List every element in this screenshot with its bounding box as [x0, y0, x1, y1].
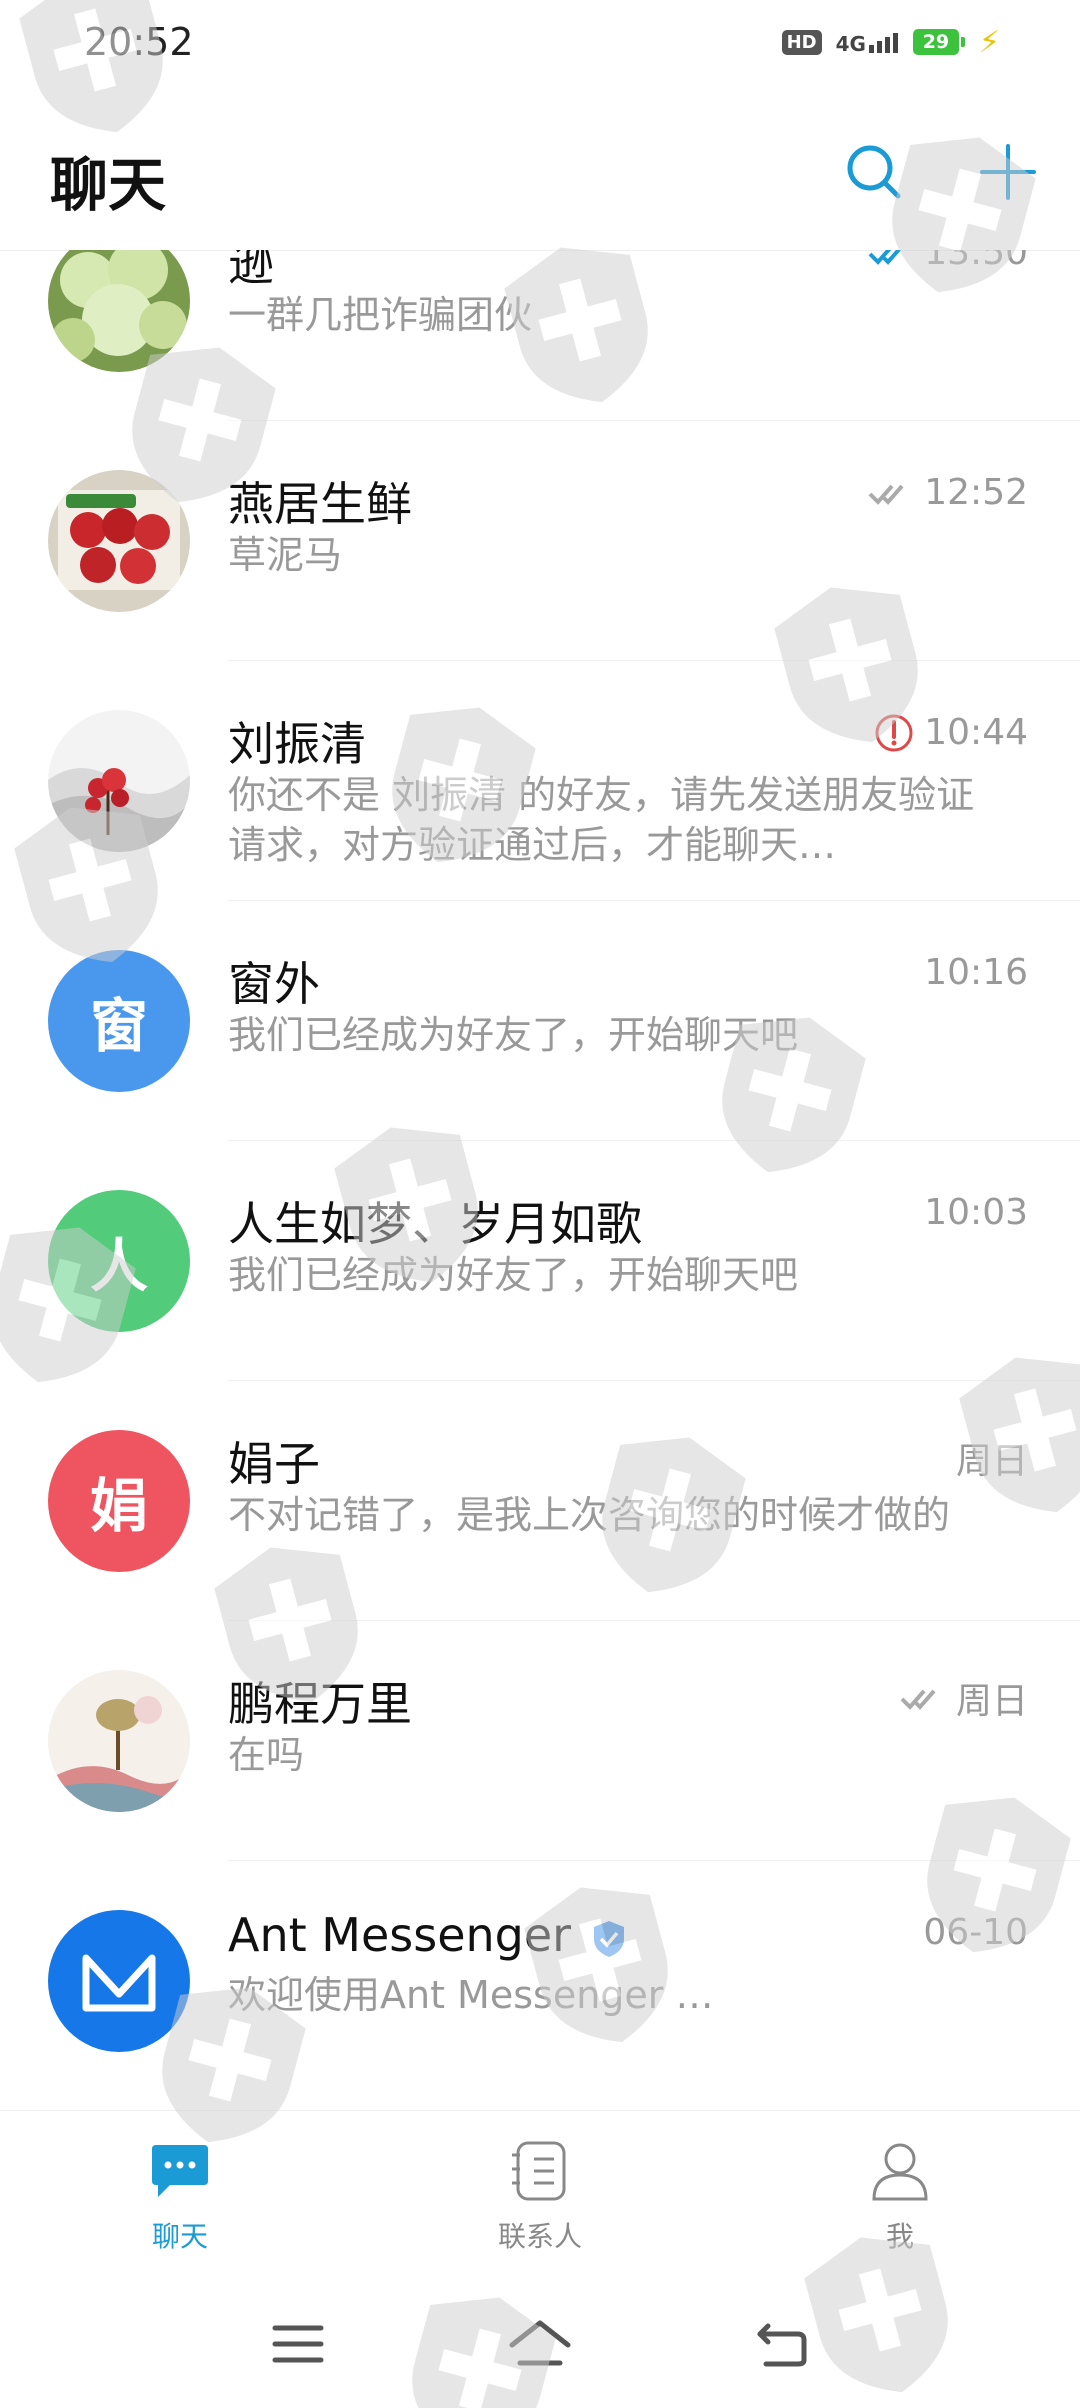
menu-button[interactable] [258, 2314, 338, 2374]
chat-row[interactable]: 刘振清 你还不是 刘振清 的好友，请先发送朋友验证请求，对方验证通过后，才能聊天… [0, 660, 1080, 900]
chat-name: 娟子 [228, 1437, 320, 1491]
chat-time: 周日 [955, 1681, 1028, 1722]
chat-time: 10:44 [924, 712, 1028, 753]
chat-time: 13:50 [924, 250, 1028, 273]
menu-icon [272, 2325, 324, 2363]
avatar [48, 1670, 190, 1812]
chat-name: 刘振清 [228, 717, 366, 771]
chat-name: Ant Messenger [228, 1908, 627, 1962]
chat-time: 12:52 [924, 472, 1028, 513]
avatar: 窗 [48, 950, 190, 1092]
system-nav-bar [0, 2280, 1080, 2408]
chat-name: 逊 [228, 250, 274, 291]
battery-icon: 29 [912, 29, 965, 55]
chat-time: 10:03 [924, 1192, 1028, 1233]
status-bar: 20:52 HD 4G 29 ⚡ [0, 0, 1080, 90]
tab-contacts[interactable]: 联系人 [440, 2135, 640, 2255]
tab-contacts-label: 联系人 [497, 2220, 582, 2253]
chat-time: 06-10 [923, 1912, 1028, 1953]
chat-name: 燕居生鲜 [228, 477, 412, 531]
tab-chats-label: 聊天 [151, 2220, 208, 2253]
chat-preview: 你还不是 刘振清 的好友，请先发送朋友验证请求，对方验证通过后，才能聊天… [228, 773, 975, 867]
chat-meta: 周日 [956, 1432, 1028, 1484]
chat-row[interactable]: 娟 娟子 不对记错了，是我上次咨询您的时候才做的 周日 [0, 1380, 1080, 1620]
chat-meta: 10:44 [874, 712, 1028, 753]
avatar [48, 710, 190, 852]
signal-icon: 4G [835, 31, 899, 56]
delivered-check-icon [868, 484, 904, 505]
bottom-nav: 聊天 联系人 我 [0, 2110, 1080, 2281]
ant-messenger-logo-icon [82, 1954, 156, 2012]
chat-row[interactable]: 窗 窗外 我们已经成为好友了，开始聊天吧 10:16 [0, 900, 1080, 1140]
chat-preview: 草泥马 [228, 533, 343, 577]
search-icon [847, 145, 901, 199]
chat-meta: 06-10 [923, 1912, 1028, 1953]
home-icon [509, 2320, 571, 2366]
tab-me-label: 我 [885, 2220, 914, 2253]
search-button[interactable] [834, 132, 914, 212]
chat-meta: 周日 [900, 1672, 1028, 1724]
avatar [48, 470, 190, 612]
chat-time: 10:16 [924, 952, 1028, 993]
chat-preview: 在吗 [228, 1733, 305, 1777]
error-icon [875, 714, 913, 751]
chat-meta: 13:50 [868, 250, 1028, 273]
chat-bubble-icon [144, 2135, 216, 2207]
chat-preview: 我们已经成为好友了，开始聊天吧 [228, 1013, 799, 1057]
chat-meta: 10:16 [924, 952, 1028, 993]
bolt-icon: ⚡ [978, 24, 1000, 60]
avatar [48, 1910, 190, 2052]
chat-preview: 不对记错了，是我上次咨询您的时候才做的 [228, 1493, 951, 1537]
chat-preview: 我们已经成为好友了，开始聊天吧 [228, 1253, 799, 1297]
avatar: 娟 [48, 1430, 190, 1572]
chat-meta: 10:03 [924, 1192, 1028, 1233]
delivered-check-icon [900, 1689, 936, 1710]
chat-row[interactable]: 人 人生如梦、岁月如歌 我们已经成为好友了，开始聊天吧 10:03 [0, 1140, 1080, 1380]
chat-list[interactable]: 逊 一群几把诈骗团伙 13:50 燕居生鲜 草泥马 12:52 刘振清 你还不是… [0, 250, 1080, 2110]
status-time: 20:52 [84, 20, 194, 64]
chat-time: 周日 [955, 1441, 1028, 1482]
read-check-icon [868, 250, 901, 265]
avatar [48, 250, 190, 372]
network-type: 4G [835, 32, 866, 56]
page-title: 聊天 [50, 151, 167, 219]
chat-name: 窗外 [228, 957, 320, 1011]
tab-chats[interactable]: 聊天 [80, 2135, 280, 2255]
status-indicators: HD 4G 29 ⚡ [781, 22, 1000, 62]
chat-name: 人生如梦、岁月如歌 [228, 1197, 642, 1251]
chat-name: 鹏程万里 [228, 1677, 412, 1731]
app-header: 聊天 [0, 90, 1080, 251]
chat-preview: 一群几把诈骗团伙 [228, 293, 533, 337]
chat-row[interactable]: 燕居生鲜 草泥马 12:52 [0, 420, 1080, 660]
chat-row[interactable]: Ant Messenger 欢迎使用Ant Messenger … 06-10 [0, 1860, 1080, 2100]
home-button[interactable] [500, 2314, 580, 2374]
avatar: 人 [48, 1190, 190, 1332]
back-icon [757, 2323, 807, 2367]
contacts-icon [504, 2135, 576, 2207]
verified-badge-icon [594, 1920, 625, 1957]
chat-row[interactable]: 鹏程万里 在吗 周日 [0, 1620, 1080, 1860]
back-button[interactable] [742, 2314, 822, 2374]
person-icon [864, 2135, 936, 2207]
chat-preview: 欢迎使用Ant Messenger … [228, 1973, 714, 2017]
plus-icon [980, 144, 1036, 200]
chat-meta: 12:52 [868, 472, 1028, 513]
battery-level: 29 [912, 29, 959, 55]
add-button[interactable] [968, 132, 1048, 212]
chat-row[interactable]: 逊 一群几把诈骗团伙 13:50 [0, 250, 1080, 420]
tab-me[interactable]: 我 [800, 2135, 1000, 2255]
hd-badge: HD [781, 29, 822, 55]
